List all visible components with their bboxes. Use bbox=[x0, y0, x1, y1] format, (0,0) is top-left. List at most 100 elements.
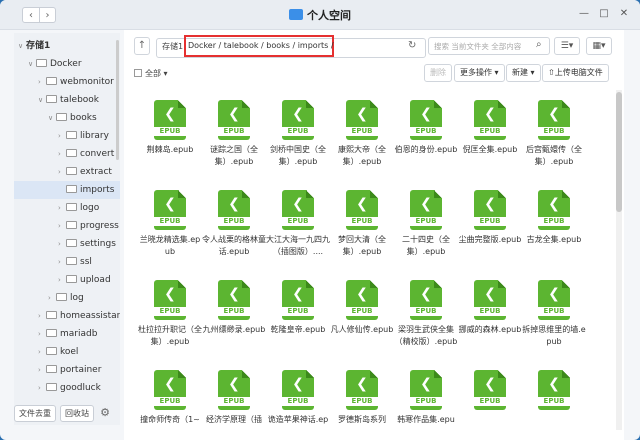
expand-arrow-icon[interactable]: › bbox=[58, 163, 66, 181]
file-item[interactable]: ❮ EPUB 挪威的森林.epub bbox=[458, 280, 522, 336]
sidebar-item-portainer[interactable]: › portainer bbox=[14, 361, 120, 379]
expand-arrow-icon[interactable]: › bbox=[58, 253, 66, 271]
dedupe-button[interactable]: 文件去重 bbox=[14, 404, 56, 422]
epub-symbol-icon: ❮ bbox=[228, 376, 240, 392]
path-root[interactable]: 存储1 bbox=[162, 41, 183, 52]
sidebar-item-docker[interactable]: ∨ Docker bbox=[14, 55, 120, 73]
epub-file-icon: ❮ EPUB bbox=[474, 100, 506, 140]
expand-arrow-icon[interactable]: › bbox=[58, 199, 66, 217]
sidebar-item-koel[interactable]: › koel bbox=[14, 343, 120, 361]
file-item[interactable]: ❮ EPUB bbox=[522, 370, 586, 414]
sidebar-item-talebook[interactable]: ∨ talebook bbox=[14, 91, 120, 109]
sidebar-item-label: goodluck bbox=[60, 383, 101, 393]
epub-symbol-icon: ❮ bbox=[548, 106, 560, 122]
expand-arrow-icon[interactable]: › bbox=[48, 289, 56, 307]
refresh-icon[interactable]: ↻ bbox=[408, 40, 416, 51]
file-item[interactable]: ❮ EPUB 大江大海一九四九（插图版）.... bbox=[266, 190, 330, 258]
path-text[interactable]: Docker / talebook / books / imports / bbox=[188, 41, 334, 50]
file-item[interactable]: ❮ EPUB 凡人修仙传.epub bbox=[330, 280, 394, 336]
file-item[interactable]: ❮ EPUB 九州缥缈录.epub bbox=[202, 280, 266, 336]
file-item[interactable]: ❮ EPUB 拆掉思维里的墙.epub bbox=[522, 280, 586, 348]
recycle-bin-button[interactable]: 回收站 bbox=[60, 404, 94, 422]
file-item[interactable]: ❮ EPUB 倪匡全集.epub bbox=[458, 100, 522, 156]
expand-arrow-icon[interactable]: ∨ bbox=[48, 109, 56, 127]
file-item[interactable]: ❮ EPUB 康熙大帝（全集）.epub bbox=[330, 100, 394, 168]
expand-arrow-icon[interactable]: › bbox=[38, 343, 46, 361]
expand-arrow-icon[interactable]: › bbox=[58, 217, 66, 235]
sidebar-item-books[interactable]: ∨ books bbox=[14, 109, 120, 127]
sidebar-item-convert[interactable]: › convert bbox=[14, 145, 120, 163]
file-item[interactable]: ❮ EPUB 令人战栗的格林童话.epub bbox=[202, 190, 266, 258]
sidebar-item-upload[interactable]: › upload bbox=[14, 271, 120, 289]
folder-icon bbox=[66, 239, 77, 247]
sidebar-item-extract[interactable]: › extract bbox=[14, 163, 120, 181]
action-toolbar: 全部 ▾ 删除 更多操作 ▾ 新建 ▾ ⇧上传电脑文件 bbox=[124, 64, 624, 84]
expand-arrow-icon[interactable]: › bbox=[58, 145, 66, 163]
file-item[interactable]: ❮ EPUB 尘曲完整版.epub bbox=[458, 190, 522, 246]
epub-badge-label: EPUB bbox=[154, 217, 186, 226]
grid-view-button[interactable]: ▦▾ bbox=[586, 37, 612, 55]
sidebar-scrollbar[interactable] bbox=[116, 40, 119, 160]
file-item[interactable]: ❮ EPUB 经济学原理（插 bbox=[202, 370, 266, 426]
new-button[interactable]: 新建 ▾ bbox=[506, 64, 541, 82]
file-item[interactable]: ❮ EPUB 罗德斯岛系列 bbox=[330, 370, 394, 426]
file-item[interactable]: ❮ EPUB 伯恩的身份.epub bbox=[394, 100, 458, 156]
search-icon[interactable]: ⌕ bbox=[536, 39, 542, 50]
expand-arrow-icon[interactable]: › bbox=[38, 325, 46, 343]
expand-arrow-icon[interactable]: › bbox=[38, 379, 46, 397]
expand-arrow-icon[interactable]: ∨ bbox=[18, 37, 26, 55]
expand-arrow-icon[interactable]: › bbox=[58, 271, 66, 289]
sidebar-item-ssl[interactable]: › ssl bbox=[14, 253, 120, 271]
sidebar-item-webmonitor[interactable]: › webmonitor bbox=[14, 73, 120, 91]
maximize-icon[interactable]: □ bbox=[598, 8, 610, 20]
file-name: 剑桥中国史（全集）.epub bbox=[270, 145, 326, 166]
close-icon[interactable]: ✕ bbox=[618, 8, 630, 20]
expand-arrow-icon[interactable]: ∨ bbox=[38, 91, 46, 109]
sidebar-item-mariadb[interactable]: › mariadb bbox=[14, 325, 120, 343]
sidebar-item-label: log bbox=[70, 293, 84, 303]
upload-button[interactable]: ⇧上传电脑文件 bbox=[542, 64, 609, 82]
sidebar-item-log[interactable]: › log bbox=[14, 289, 120, 307]
sidebar-item-goodluck[interactable]: › goodluck bbox=[14, 379, 120, 397]
sidebar-item-settings[interactable]: › settings bbox=[14, 235, 120, 253]
expand-arrow-icon[interactable]: › bbox=[38, 73, 46, 91]
file-item[interactable]: ❮ EPUB 二十四史（全集）.epub bbox=[394, 190, 458, 258]
file-item[interactable]: ❮ EPUB 后宫甄嬛传（全集）.epub bbox=[522, 100, 586, 168]
file-item[interactable]: ❮ EPUB 诡造苹果神话.ep bbox=[266, 370, 330, 426]
file-item[interactable]: ❮ EPUB 梦回大清（全集）.epub bbox=[330, 190, 394, 258]
minimize-icon[interactable]: — bbox=[578, 8, 590, 20]
file-item[interactable]: ❮ EPUB 兰晓龙精选集.epub bbox=[138, 190, 202, 258]
file-item[interactable]: ❮ EPUB 荆棘岛.epub bbox=[138, 100, 202, 156]
file-item[interactable]: ❮ EPUB 乾隆皇帝.epub bbox=[266, 280, 330, 336]
up-arrow-icon[interactable]: ↑ bbox=[134, 37, 150, 55]
file-item[interactable]: ❮ EPUB 古龙全集.epub bbox=[522, 190, 586, 246]
epub-file-icon: ❮ EPUB bbox=[538, 100, 570, 140]
file-name: 梁羽生武侠全集（精校版）.epub bbox=[394, 325, 458, 346]
sidebar-item-logo[interactable]: › logo bbox=[14, 199, 120, 217]
more-actions-button[interactable]: 更多操作 ▾ bbox=[454, 64, 505, 82]
sidebar-item-progress[interactable]: › progress bbox=[14, 217, 120, 235]
file-name: 梦回大清（全集）.epub bbox=[338, 235, 386, 256]
file-item[interactable]: ❮ EPUB bbox=[458, 370, 522, 414]
file-name: 经济学原理（插 bbox=[206, 415, 262, 424]
expand-arrow-icon[interactable]: › bbox=[38, 307, 46, 325]
sidebar-item-homeassistar[interactable]: › homeassistar bbox=[14, 307, 120, 325]
expand-arrow-icon[interactable]: ∨ bbox=[28, 55, 36, 73]
sidebar-item-library[interactable]: › library bbox=[14, 127, 120, 145]
file-item[interactable]: ❮ EPUB 韩寒作品集.epu bbox=[394, 370, 458, 426]
expand-arrow-icon[interactable]: › bbox=[38, 361, 46, 379]
select-all-checkbox[interactable]: 全部 ▾ bbox=[134, 68, 168, 79]
sort-view-button[interactable]: ☰▾ bbox=[554, 37, 580, 55]
file-item[interactable]: ❮ EPUB 梁羽生武侠全集（精校版）.epub bbox=[394, 280, 458, 348]
delete-button[interactable]: 删除 bbox=[424, 64, 452, 82]
sidebar-item--1[interactable]: ∨ 存储1 bbox=[14, 37, 120, 55]
file-item[interactable]: ❮ EPUB 杜拉拉升职记（全集）.epub bbox=[138, 280, 202, 348]
file-grid-scroll-thumb[interactable] bbox=[616, 92, 622, 212]
file-item[interactable]: ❮ EPUB 谜踪之国（全集）.epub bbox=[202, 100, 266, 168]
gear-icon[interactable]: ⚙ bbox=[98, 406, 112, 420]
sidebar-item-imports[interactable]: imports bbox=[14, 181, 120, 199]
file-item[interactable]: ❮ EPUB 撞命师传奇（1~ bbox=[138, 370, 202, 426]
expand-arrow-icon[interactable]: › bbox=[58, 127, 66, 145]
expand-arrow-icon[interactable]: › bbox=[58, 235, 66, 253]
file-item[interactable]: ❮ EPUB 剑桥中国史（全集）.epub bbox=[266, 100, 330, 168]
